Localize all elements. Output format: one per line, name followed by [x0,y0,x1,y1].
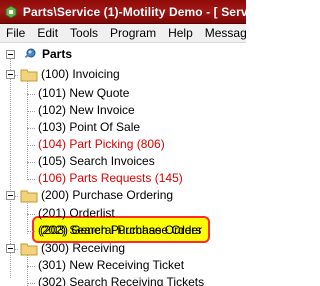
tree-node-parts[interactable]: Parts [22,46,72,63]
menu-edit[interactable]: Edit [31,24,64,42]
tree-node-orderlist[interactable]: (201) Orderlist [38,205,115,222]
collapse-toggle-purchase-ordering[interactable] [6,191,15,200]
app-icon [4,4,19,19]
title-bar[interactable]: Parts\Service (1)-Motility Demo - [ Serv [0,0,246,24]
tree-label: (201) Orderlist [38,206,115,220]
tree-label-invoicing: (100) Invoicing [41,67,120,81]
tree-connector [27,283,35,284]
tree-label: (104) Part Picking (806) [38,137,165,151]
menu-file[interactable]: File [0,24,31,42]
tree-label: (103) Point Of Sale [38,120,141,134]
app-window: Parts\Service (1)-Motility Demo - [ Serv… [0,0,246,286]
parts-pin-icon [22,47,38,63]
tree-node-new-quote[interactable]: (101) New Quote [38,85,129,102]
tree-node-point-of-sale[interactable]: (103) Point Of Sale [38,119,140,136]
collapse-toggle-parts[interactable] [6,50,15,59]
tree-connector [27,231,35,232]
tree-node-purchase-ordering[interactable]: (200) Purchase Ordering [20,187,173,204]
tree-connector [27,111,35,112]
tree-label: (105) Search Invoices [38,154,155,168]
tree-connector [27,94,35,95]
menu-bar: File Edit Tools Program Help Messaging [0,24,246,43]
tree-label-receiving: (300) Receiving [41,241,126,255]
tree-node-search-invoices[interactable]: (105) Search Invoices [38,153,155,170]
menu-messaging[interactable]: Messaging [199,24,246,42]
tree-label-purchase-ordering: (200) Purchase Ordering [41,188,174,202]
collapse-toggle-invoicing[interactable] [6,70,15,79]
navigation-tree: Parts (100) Invoicing (101) New Quote (1… [0,44,246,286]
tree-label: (101) New Quote [38,86,130,100]
tree-label-parts: Parts [42,47,73,61]
tree-guide-purchasing [27,200,28,234]
tree-connector [27,162,35,163]
window-title: Parts\Service (1)-Motility Demo - [ Serv [22,4,246,19]
tree-label-general-purchase-order: (203) General Purchase Order [40,223,203,237]
menu-program[interactable]: Program [104,24,162,42]
tree-node-receiving[interactable]: (300) Receiving [20,240,125,257]
tree-connector [27,266,35,267]
tree-node-parts-requests[interactable]: (106) Parts Requests (145) [38,170,183,187]
tree-label: (106) Parts Requests (145) [38,171,183,185]
collapse-toggle-receiving[interactable] [6,244,15,253]
tree-guide-invoicing [27,80,28,180]
tree-label: (301) New Receiving Ticket [38,258,185,272]
folder-icon [20,189,38,203]
tree-label: (102) New Invoice [38,103,135,117]
tree-connector [27,179,35,180]
menu-help[interactable]: Help [162,24,199,42]
tree-node-part-picking[interactable]: (104) Part Picking (806) [38,136,165,153]
tree-node-invoicing[interactable]: (100) Invoicing [20,66,120,83]
tree-connector [27,214,35,215]
tree-connector [27,145,35,146]
menu-tools[interactable]: Tools [64,24,104,42]
tree-node-general-purchase-order-visible-label[interactable]: (203) General Purchase Order [40,222,202,239]
tree-node-new-receiving-ticket[interactable]: (301) New Receiving Ticket [38,257,184,274]
tree-node-new-invoice[interactable]: (102) New Invoice [38,102,135,119]
tree-node-search-receiving-tickets[interactable]: (302) Search Receiving Tickets [38,274,204,286]
tree-label: (302) Search Receiving Tickets [38,275,205,286]
folder-icon [20,242,38,256]
folder-icon [20,68,38,82]
tree-connector [27,128,35,129]
